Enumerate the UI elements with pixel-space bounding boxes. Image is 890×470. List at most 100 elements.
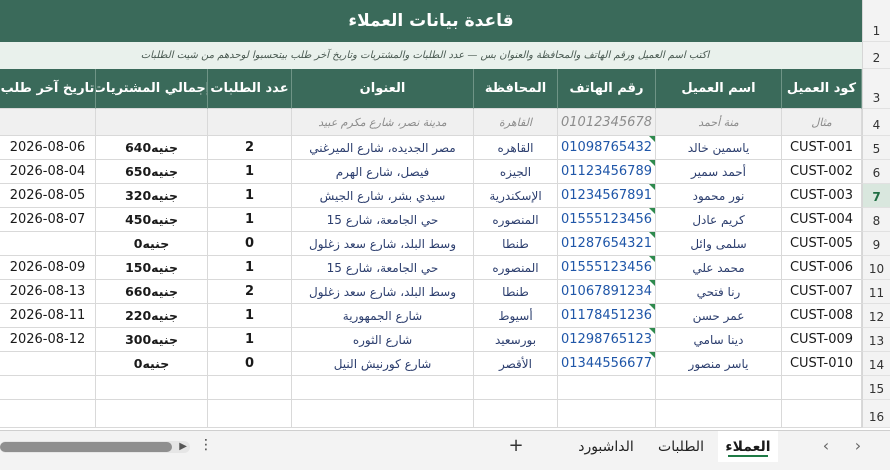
tab-dashboard[interactable]: الداشبورد (566, 431, 646, 462)
empty-cell[interactable] (96, 376, 208, 400)
last-order-date-cell[interactable]: 2026-08-13 (0, 280, 96, 304)
previous-sheet-icon[interactable]: ‹ (816, 436, 836, 455)
column-header-name[interactable]: اسم العميل (656, 69, 782, 109)
customer-name-cell[interactable]: كريم عادل (656, 208, 782, 232)
order-count-cell[interactable]: 2 (208, 136, 292, 160)
phone-cell[interactable]: 01067891234 (558, 280, 656, 304)
row-header[interactable]: 16 (862, 400, 890, 428)
row-header[interactable]: 10 (862, 256, 890, 280)
last-order-date-cell[interactable]: 2026-08-12 (0, 328, 96, 352)
order-count-cell[interactable]: 1 (208, 328, 292, 352)
total-purchases-cell[interactable]: جنيه 450 (96, 208, 208, 232)
empty-cell[interactable] (292, 400, 474, 428)
address-cell[interactable]: شارع الجمهورية (292, 304, 474, 328)
customer-code-cell[interactable]: CUST-007 (782, 280, 862, 304)
total-purchases-cell[interactable]: جنيه 150 (96, 256, 208, 280)
next-sheet-icon[interactable]: › (848, 436, 868, 455)
customer-code-cell[interactable]: CUST-009 (782, 328, 862, 352)
last-order-date-cell[interactable]: 2026-08-07 (0, 208, 96, 232)
total-purchases-cell[interactable]: جنيه 0 (96, 232, 208, 256)
customer-name-cell[interactable]: رنا فتحي (656, 280, 782, 304)
empty-cell[interactable] (292, 376, 474, 400)
customer-name-cell[interactable]: محمد علي (656, 256, 782, 280)
order-count-cell[interactable]: 1 (208, 256, 292, 280)
column-header-code[interactable]: كود العميل (782, 69, 862, 109)
phone-cell[interactable]: 01555123456 (558, 256, 656, 280)
governorate-cell[interactable]: أسيوط (474, 304, 558, 328)
order-count-cell[interactable]: 1 (208, 160, 292, 184)
example-phone-cell[interactable]: 01012345678 (558, 109, 656, 136)
scrollbar-thumb[interactable] (0, 442, 172, 452)
phone-cell[interactable]: 01555123456 (558, 208, 656, 232)
empty-cell[interactable] (656, 400, 782, 428)
example-customer-code-cell[interactable]: مثال (782, 109, 862, 136)
last-order-date-cell[interactable]: 2026-08-05 (0, 184, 96, 208)
empty-cell[interactable] (0, 376, 96, 400)
tab-customers[interactable]: العملاء (718, 431, 778, 462)
empty-cell[interactable] (208, 109, 292, 136)
phone-cell[interactable]: 01178451236 (558, 304, 656, 328)
example-governorate-cell[interactable]: القاهرة (474, 109, 558, 136)
governorate-cell[interactable]: بورسعيد (474, 328, 558, 352)
sheet-title[interactable]: قاعدة بيانات العملاء (0, 0, 862, 42)
order-count-cell[interactable]: 0 (208, 232, 292, 256)
customer-name-cell[interactable]: ياسمين خالد (656, 136, 782, 160)
phone-cell[interactable]: 01287654321 (558, 232, 656, 256)
empty-cell[interactable] (782, 376, 862, 400)
customer-code-cell[interactable]: CUST-006 (782, 256, 862, 280)
row-header[interactable]: 8 (862, 208, 890, 232)
last-order-date-cell[interactable]: 2026-08-11 (0, 304, 96, 328)
last-order-date-cell[interactable] (0, 232, 96, 256)
order-count-cell[interactable]: 0 (208, 352, 292, 376)
address-cell[interactable]: حي الجامعة، شارع 15 (292, 256, 474, 280)
row-header[interactable]: 4 (862, 109, 890, 136)
customer-name-cell[interactable]: ياسر منصور (656, 352, 782, 376)
governorate-cell[interactable]: الأقصر (474, 352, 558, 376)
last-order-date-cell[interactable] (0, 352, 96, 376)
order-count-cell[interactable]: 1 (208, 208, 292, 232)
address-cell[interactable]: مصر الجديده، شارع الميرغني (292, 136, 474, 160)
row-header[interactable]: 11 (862, 280, 890, 304)
customer-code-cell[interactable]: CUST-005 (782, 232, 862, 256)
total-purchases-cell[interactable]: جنيه 650 (96, 160, 208, 184)
total-purchases-cell[interactable]: جنيه 0 (96, 352, 208, 376)
row-header[interactable]: 5 (862, 136, 890, 160)
customer-name-cell[interactable]: سلمى وائل (656, 232, 782, 256)
instructions-note[interactable]: اكتب اسم العميل ورقم الهاتف والمحافظة وا… (0, 42, 850, 69)
row-header[interactable]: 12 (862, 304, 890, 328)
example-address-cell[interactable]: مدينة نصر، شارع مكرم عبيد (292, 109, 474, 136)
total-purchases-cell[interactable]: جنيه 640 (96, 136, 208, 160)
address-cell[interactable]: فيصل، شارع الهرم (292, 160, 474, 184)
row-header[interactable]: 13 (862, 328, 890, 352)
address-cell[interactable]: شارع كورنيش النيل (292, 352, 474, 376)
column-header-total[interactable]: إجمالي المشتريات (96, 69, 208, 109)
order-count-cell[interactable]: 1 (208, 184, 292, 208)
tab-orders[interactable]: الطلبات (646, 431, 716, 462)
column-header-gov[interactable]: المحافظة (474, 69, 558, 109)
phone-cell[interactable]: 01098765432 (558, 136, 656, 160)
row-header[interactable]: 6 (862, 160, 890, 184)
order-count-cell[interactable]: 2 (208, 280, 292, 304)
customer-code-cell[interactable]: CUST-010 (782, 352, 862, 376)
phone-cell[interactable]: 01123456789 (558, 160, 656, 184)
row-header[interactable]: 14 (862, 352, 890, 376)
more-options-icon[interactable]: ⋮ (199, 437, 213, 453)
row-header[interactable]: 1 (862, 0, 890, 42)
address-cell[interactable]: حي الجامعة، شارع 15 (292, 208, 474, 232)
governorate-cell[interactable]: طنطا (474, 232, 558, 256)
governorate-cell[interactable]: الجيزه (474, 160, 558, 184)
customer-name-cell[interactable]: نور محمود (656, 184, 782, 208)
empty-cell[interactable] (474, 400, 558, 428)
empty-cell[interactable] (474, 376, 558, 400)
phone-cell[interactable]: 01234567891 (558, 184, 656, 208)
example-customer-name-cell[interactable]: منة أحمد (656, 109, 782, 136)
empty-cell[interactable] (656, 376, 782, 400)
customer-code-cell[interactable]: CUST-002 (782, 160, 862, 184)
spreadsheet-grid[interactable]: 1 قاعدة بيانات العملاء 2 اكتب اسم العميل ور… (0, 0, 890, 430)
last-order-date-cell[interactable]: 2026-08-09 (0, 256, 96, 280)
empty-cell[interactable] (0, 109, 96, 136)
total-purchases-cell[interactable]: جنيه 220 (96, 304, 208, 328)
order-count-cell[interactable]: 1 (208, 304, 292, 328)
customer-code-cell[interactable]: CUST-001 (782, 136, 862, 160)
customer-name-cell[interactable]: دينا سامي (656, 328, 782, 352)
